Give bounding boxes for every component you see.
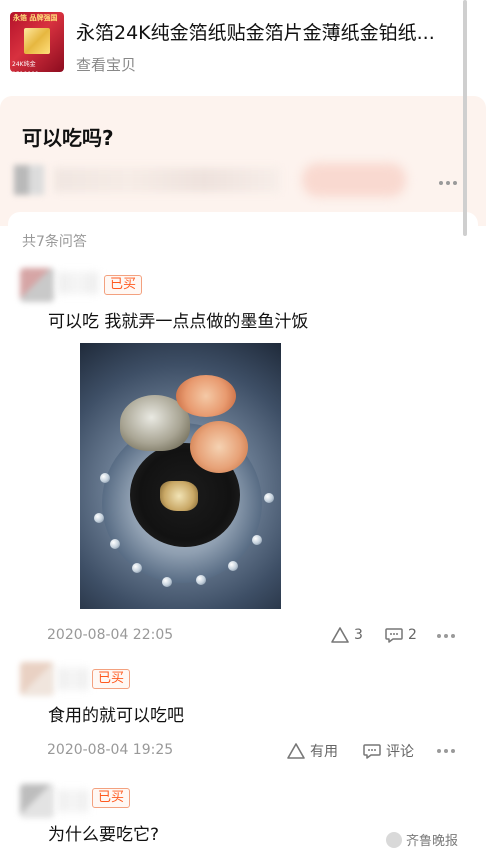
photo-droplet [228, 561, 238, 571]
more-dots-icon[interactable] [438, 171, 458, 190]
thumbnail-caption: 24K纯金 9510009 [12, 61, 39, 72]
answer-2-text: 食用的就可以吃吧 [48, 706, 184, 726]
photo-shrimp [176, 375, 236, 417]
answer-3-text: 为什么要吃它? [48, 825, 160, 845]
asker-avatar [14, 165, 44, 195]
scrollbar[interactable] [463, 0, 467, 236]
comment-bubble-icon [362, 742, 382, 760]
comment-button[interactable]: 评论 [362, 741, 414, 761]
product-header[interactable]: 永箔 品牌强国 24K纯金 9510009 永箔24K纯金箔纸贴金箔片金薄纸金铂… [0, 0, 486, 92]
photo-droplet [196, 575, 206, 585]
more-dots-icon[interactable] [436, 624, 456, 643]
photo-droplet [252, 535, 262, 545]
useful-button[interactable]: 有用 [286, 741, 338, 761]
comment-label: 评论 [386, 744, 414, 760]
more-dots-icon[interactable] [436, 739, 456, 758]
product-thumbnail[interactable]: 永箔 品牌强国 24K纯金 9510009 [10, 12, 64, 72]
useful-label: 有用 [310, 744, 338, 760]
comment-bubble-icon [384, 626, 404, 644]
question-title: 可以吃吗? [22, 126, 114, 150]
watermark-text: 齐鲁晚报 [406, 834, 459, 849]
photo-droplet [162, 577, 172, 587]
answer-1-username-redacted [58, 272, 98, 294]
photo-droplet [94, 513, 104, 523]
like-count: 3 [354, 627, 363, 643]
answer-1-photo[interactable] [80, 343, 281, 609]
thumbs-up-icon [286, 742, 306, 760]
answer-2-username-redacted [58, 668, 88, 690]
question-card [0, 96, 486, 226]
answer-3-username-redacted [58, 790, 88, 812]
answer-1-avatar[interactable] [20, 268, 54, 302]
answer-1-text: 可以吃 我就弄一点点做的墨鱼汁饭 [48, 312, 309, 332]
photo-gold-leaf [160, 481, 198, 511]
photo-shrimp [190, 421, 248, 473]
photo-droplet [132, 563, 142, 573]
watermark: 齐鲁晚报 [386, 830, 458, 849]
answer-count-label: 共7条问答 [22, 234, 87, 250]
asker-row [14, 163, 474, 197]
product-title[interactable]: 永箔24K纯金箔纸贴金箔片金薄纸金铂纸... [76, 18, 456, 45]
answer-1-date: 2020-08-04 22:05 [47, 627, 174, 643]
bought-badge: 已买 [92, 788, 131, 808]
thumbs-up-icon [330, 626, 350, 644]
comment-count: 2 [408, 627, 417, 643]
asker-name-redacted [54, 168, 280, 192]
like-button[interactable]: 3 [330, 626, 363, 644]
thumbnail-brand-text: 永箔 品牌强国 [13, 14, 58, 22]
photo-droplet [110, 539, 120, 549]
thumbnail-gold-leaf [24, 28, 50, 54]
bought-badge: 已买 [104, 275, 143, 295]
wechat-icon [386, 831, 402, 848]
view-product-link[interactable]: 查看宝贝 [76, 54, 136, 75]
photo-droplet [100, 473, 110, 483]
comment-button[interactable]: 2 [384, 626, 417, 644]
answer-3-avatar[interactable] [20, 784, 54, 818]
answer-2-avatar[interactable] [20, 662, 54, 696]
bought-badge: 已买 [92, 669, 131, 689]
answer-button-redacted[interactable] [302, 163, 406, 197]
answer-2-date: 2020-08-04 19:25 [47, 742, 174, 758]
photo-droplet [264, 493, 274, 503]
